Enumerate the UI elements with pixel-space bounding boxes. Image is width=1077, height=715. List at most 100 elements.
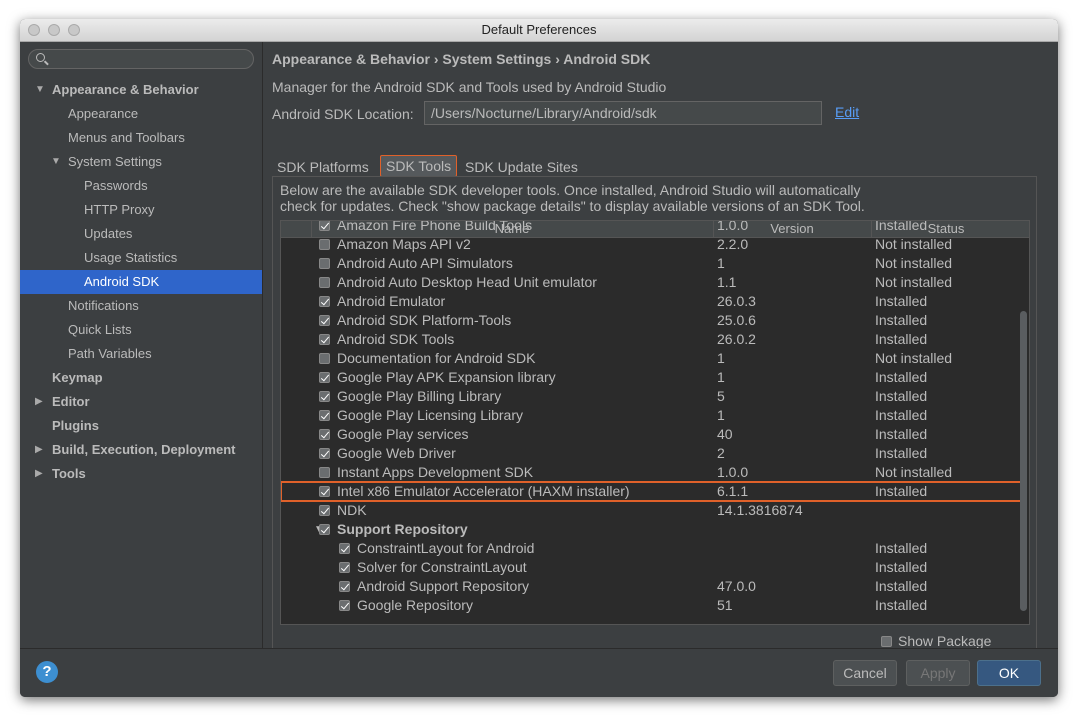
tab-sdk-tools[interactable]: SDK Tools [380, 155, 458, 177]
row-status: Not installed [875, 274, 953, 290]
row-name: Android SDK Tools [337, 331, 455, 347]
sidebar-item[interactable]: HTTP Proxy [20, 198, 262, 222]
row-checkbox[interactable] [319, 334, 330, 345]
table-row[interactable]: Google Play Billing Library 5 Installed [281, 387, 1021, 406]
expanded-arrow-icon[interactable]: ▼ [51, 150, 61, 174]
row-checkbox[interactable] [319, 239, 330, 250]
sidebar-item-label: Menus and Toolbars [68, 130, 185, 145]
row-version: 6.1.1 [717, 483, 749, 499]
sidebar-item[interactable]: ▼ Appearance & Behavior [20, 78, 262, 102]
settings-search-input[interactable] [28, 49, 254, 69]
tab-sdk-update-sites[interactable]: SDK Update Sites [460, 157, 583, 177]
close-window-button[interactable] [28, 24, 40, 36]
row-name: Google Play APK Expansion library [337, 369, 556, 385]
table-row[interactable]: Android SDK Tools 26.0.2 Installed [281, 330, 1021, 349]
table-row[interactable]: Amazon Fire Phone Build Tools 1.0.0 Instal… [281, 220, 1021, 235]
row-checkbox[interactable] [319, 277, 330, 288]
cancel-button[interactable]: Cancel [833, 660, 897, 686]
table-row[interactable]: Android Auto Desktop Head Unit emulator 1… [281, 273, 1021, 292]
show-package-details-checkbox[interactable] [881, 636, 892, 647]
help-button[interactable]: ? [36, 661, 58, 683]
sidebar-item[interactable]: Android SDK [20, 270, 262, 294]
table-row[interactable]: Android Emulator 26.0.3 Installed [281, 292, 1021, 311]
edit-location-link[interactable]: Edit [835, 104, 859, 120]
table-row[interactable]: Instant Apps Development SDK 1.0.0 Not ins… [281, 463, 1021, 482]
row-checkbox[interactable] [319, 353, 330, 364]
collapsed-arrow-icon[interactable]: ▶ [35, 390, 43, 414]
row-checkbox[interactable] [319, 467, 330, 478]
tab-sdk-platforms[interactable]: SDK Platforms [272, 157, 374, 177]
sidebar-item[interactable]: Usage Statistics [20, 246, 262, 270]
table-row[interactable]: Intel x86 Emulator Accelerator (HAXM ins… [281, 481, 1022, 502]
expanded-arrow-icon[interactable]: ▼ [35, 78, 45, 102]
row-name: Documentation for Android SDK [337, 350, 536, 366]
row-checkbox[interactable] [319, 258, 330, 269]
row-name: Amazon Maps API v2 [337, 236, 471, 252]
sdk-location-field[interactable]: /Users/Nocturne/Library/Android/sdk [424, 101, 822, 125]
collapsed-arrow-icon[interactable]: ▶ [35, 438, 43, 462]
table-row[interactable]: ▼Support Repository [281, 520, 1021, 539]
sidebar-item[interactable]: Updates [20, 222, 262, 246]
sidebar-item[interactable]: Passwords [20, 174, 262, 198]
sidebar-item[interactable]: ▼ System Settings [20, 150, 262, 174]
sidebar-item[interactable]: ▶ Tools [20, 462, 262, 486]
table-row[interactable]: ConstraintLayout for Android Installed [281, 539, 1021, 558]
table-row[interactable]: NDK 14.1.3816874 [281, 501, 1021, 520]
row-checkbox[interactable] [319, 296, 330, 307]
row-version: 1.0.0 [717, 464, 749, 480]
collapsed-arrow-icon[interactable]: ▶ [35, 462, 43, 486]
row-checkbox[interactable] [339, 543, 350, 554]
row-checkbox[interactable] [319, 524, 330, 535]
table-row[interactable]: Android Support Repository 47.0.0 Installe… [281, 577, 1021, 596]
table-row[interactable]: Android SDK Platform-Tools 25.0.6 Installe… [281, 311, 1021, 330]
settings-sidebar: ▼ Appearance & Behavior Appearance Menus an… [20, 42, 263, 649]
sdk-tools-table: Name Version Status Amazon Fire Phone Bu… [280, 220, 1030, 625]
ok-button[interactable]: OK [977, 660, 1041, 686]
row-name: Android SDK Platform-Tools [337, 312, 512, 328]
row-checkbox[interactable] [319, 221, 330, 231]
table-row[interactable]: Documentation for Android SDK 1 Not instal… [281, 349, 1021, 368]
sidebar-item[interactable]: Quick Lists [20, 318, 262, 342]
sidebar-item[interactable]: ▶ Editor [20, 390, 262, 414]
zoom-window-button[interactable] [68, 24, 80, 36]
sidebar-item[interactable]: Menus and Toolbars [20, 126, 262, 150]
row-checkbox[interactable] [319, 372, 330, 383]
sidebar-item[interactable]: Notifications [20, 294, 262, 318]
sidebar-item[interactable]: Keymap [20, 366, 262, 390]
apply-button[interactable]: Apply [906, 660, 970, 686]
table-row[interactable]: Google Repository 51 Installed [281, 596, 1021, 615]
row-version: 5 [717, 388, 725, 404]
table-row[interactable]: Google Play APK Expansion library 1 Instal… [281, 368, 1021, 387]
search-icon [36, 53, 45, 62]
window-title: Default Preferences [481, 22, 597, 37]
sdk-tools-tab-panel: Below are the available SDK developer to… [272, 176, 1037, 665]
table-row[interactable]: Google Web Driver 2 Installed [281, 444, 1021, 463]
row-status: Not installed [875, 255, 953, 271]
table-row[interactable]: Android Auto API Simulators 1 Not installe… [281, 254, 1021, 273]
table-row[interactable]: Google Play Licensing Library 1 Installed [281, 406, 1021, 425]
row-checkbox[interactable] [319, 505, 330, 516]
row-checkbox[interactable] [339, 581, 350, 592]
row-checkbox[interactable] [319, 315, 330, 326]
table-row[interactable]: Amazon Maps API v2 2.2.0 Not installed [281, 235, 1021, 254]
row-checkbox[interactable] [319, 410, 330, 421]
sidebar-item[interactable]: Appearance [20, 102, 262, 126]
row-checkbox[interactable] [319, 448, 330, 459]
row-checkbox[interactable] [319, 429, 330, 440]
row-checkbox[interactable] [319, 486, 330, 497]
sidebar-item[interactable]: Plugins [20, 414, 262, 438]
table-row[interactable]: Google Play services 40 Installed [281, 425, 1021, 444]
row-name: Android Emulator [337, 293, 446, 309]
minimize-window-button[interactable] [48, 24, 60, 36]
row-name: Amazon Fire Phone Build Tools [337, 220, 533, 233]
row-checkbox[interactable] [319, 391, 330, 402]
table-scrollbar[interactable] [1020, 311, 1027, 611]
table-row[interactable]: Solver for ConstraintLayout Installed [281, 558, 1021, 577]
row-checkbox[interactable] [339, 562, 350, 573]
dialog-footer: ? Cancel Apply OK [20, 648, 1058, 697]
sidebar-item[interactable]: ▶ Build, Execution, Deployment [20, 438, 262, 462]
row-checkbox[interactable] [339, 600, 350, 611]
panel-description-line-2: check for updates. Check "show package d… [280, 198, 865, 214]
sidebar-item[interactable]: Path Variables [20, 342, 262, 366]
row-name: Android Support Repository [357, 578, 529, 594]
